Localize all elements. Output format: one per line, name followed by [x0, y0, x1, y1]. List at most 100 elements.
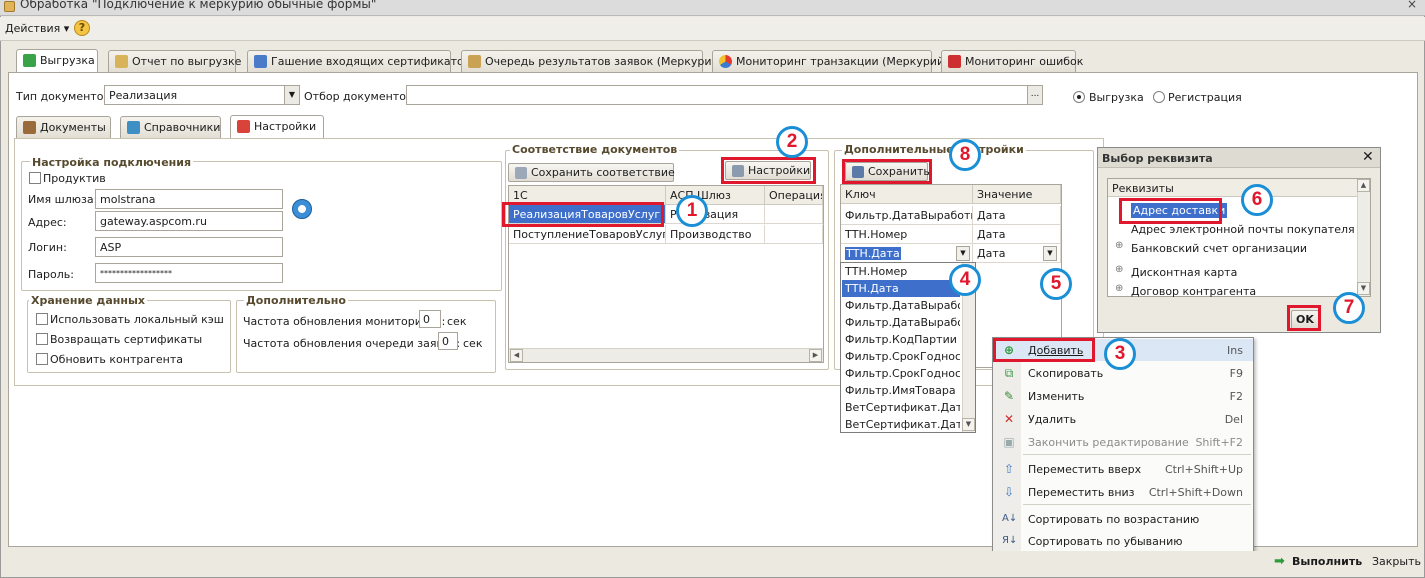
queue-freq-input[interactable]: 0: [438, 332, 458, 350]
tab-error-monitoring[interactable]: Мониторинг ошибок: [941, 50, 1083, 72]
window-title: Обработка "Подключение к меркурию обычны…: [20, 0, 377, 11]
radio-upload[interactable]: [1073, 91, 1085, 103]
update-contractor-checkbox[interactable]: [36, 353, 48, 365]
tab-request-queue[interactable]: Очередь результатов заявок (Меркурий): [461, 50, 723, 72]
menu-item-sort-asc[interactable]: A↓ Сортировать по возрастанию: [994, 508, 1253, 530]
menu-item-edit-label: Изменить: [1028, 390, 1085, 403]
production-checkbox[interactable]: [29, 172, 41, 184]
menu-divider: [1023, 454, 1251, 455]
sort-desc-icon: Я↓: [1002, 535, 1018, 546]
arrow-up-icon: ⇧: [1003, 462, 1015, 476]
menu-item-delete[interactable]: ✕ Удалить Del: [994, 408, 1253, 430]
radio-register[interactable]: [1153, 91, 1165, 103]
picker-scrollbar[interactable]: [1357, 179, 1370, 296]
scroll-right-icon[interactable]: ▶: [809, 349, 822, 362]
close-icon[interactable]: ✕: [1362, 149, 1374, 165]
table-row-value[interactable]: Дата: [973, 225, 1061, 244]
list-item[interactable]: ТТН.Дата: [842, 280, 960, 297]
list-item[interactable]: Договор контрагента: [1131, 285, 1256, 298]
list-item[interactable]: Дисконтная карта: [1131, 266, 1237, 279]
close-button[interactable]: Закрыть: [1372, 555, 1421, 568]
menu-item-finish-label: Закончить редактирование: [1028, 436, 1189, 449]
col-operation[interactable]: Операция: [765, 186, 823, 205]
tab-transaction-monitoring[interactable]: Мониторинг транзакции (Меркурий): [712, 50, 948, 72]
list-item[interactable]: Фильтр.ИмяТовара: [842, 382, 960, 399]
login-input[interactable]: ASP: [95, 237, 283, 257]
tab-upload-report[interactable]: Отчет по выгрузке: [108, 50, 241, 72]
table-row-value[interactable]: Дата: [973, 206, 1061, 225]
help-icon[interactable]: ?: [74, 20, 90, 36]
expand-icon[interactable]: ⊕: [1115, 240, 1123, 251]
scroll-down-icon[interactable]: ▼: [962, 418, 975, 431]
list-item[interactable]: Фильтр.ДатаВыработки: [842, 297, 960, 314]
subtab-references[interactable]: Справочники: [120, 116, 221, 138]
list-item[interactable]: Фильтр.ДатаВыработки: [842, 314, 960, 331]
save-match-label: Сохранить соответствие: [531, 166, 675, 179]
table-row-asp[interactable]: Производство: [666, 225, 765, 244]
step-marker: 7: [1333, 292, 1365, 324]
table-row-1c[interactable]: ПоступлениеТоваровУслуг: [509, 225, 666, 244]
queue-freq-label: Частота обновления очереди заявок:: [243, 337, 461, 350]
chevron-down-icon[interactable]: ▼: [956, 246, 970, 261]
subtab-documents[interactable]: Документы: [16, 116, 111, 138]
password-input[interactable]: ******************: [95, 263, 283, 283]
list-item[interactable]: ВетСертификат.ДатаВыдачи: [842, 399, 960, 416]
expand-icon[interactable]: ⊕: [1115, 283, 1123, 294]
key-combo-input[interactable]: ТТН.Дата: [841, 244, 973, 263]
list-item[interactable]: Фильтр.СрокГодности: [842, 365, 960, 382]
run-arrow-icon: ➡: [1274, 554, 1285, 569]
close-window-icon[interactable]: ×: [1407, 0, 1417, 11]
title-bar: Обработка "Подключение к меркурию обычны…: [0, 0, 1425, 16]
subtab-references-label: Справочники: [144, 121, 221, 134]
chevron-down-icon[interactable]: ▼: [284, 86, 299, 104]
menu-item-move-down-label: Переместить вниз: [1028, 486, 1135, 499]
doc-type-select[interactable]: Реализация: [104, 85, 300, 105]
menu-item-edit[interactable]: ✎ Изменить F2: [994, 385, 1253, 407]
expand-icon[interactable]: ⊕: [1115, 264, 1123, 275]
horizontal-scrollbar[interactable]: [509, 348, 823, 362]
step-marker: 2: [776, 126, 808, 158]
scroll-up-icon[interactable]: ▲: [1357, 179, 1370, 192]
actions-menu[interactable]: Действия ▾: [5, 22, 69, 35]
power-icon[interactable]: [292, 199, 312, 219]
queue-freq-value: 0: [442, 335, 449, 348]
table-row-operation[interactable]: [765, 225, 823, 244]
use-cache-checkbox[interactable]: [36, 313, 48, 325]
gateway-input[interactable]: molstrana: [95, 189, 283, 209]
menu-item-move-down[interactable]: ⇩ Переместить вниз Ctrl+Shift+Down: [994, 481, 1253, 503]
menu-item-move-up[interactable]: ⇧ Переместить вверх Ctrl+Shift+Up: [994, 458, 1253, 480]
monitor-freq-input[interactable]: 0: [419, 310, 441, 328]
col-key[interactable]: Ключ: [841, 185, 973, 204]
monitor-unit: сек: [447, 315, 467, 328]
highlight-box: [721, 157, 816, 184]
highlight-box: [502, 202, 664, 227]
tab-cert-redemption[interactable]: Гашение входящих сертификатов: [247, 50, 470, 72]
save-match-button[interactable]: Сохранить соответствие: [508, 163, 675, 182]
subtab-settings[interactable]: Настройки: [230, 115, 324, 139]
list-item[interactable]: ТТН.Номер: [842, 263, 960, 280]
footer-bar: [8, 551, 1418, 573]
return-certs-checkbox[interactable]: [36, 333, 48, 345]
list-item[interactable]: Банковский счет организации: [1131, 242, 1307, 255]
col-value[interactable]: Значение: [973, 185, 1061, 204]
doc-match-title: Соответствие документов: [510, 143, 680, 156]
list-item[interactable]: Адрес электронной почты покупателя: [1131, 223, 1355, 236]
doc-filter-input[interactable]: [406, 85, 1043, 105]
run-button-label: Выполнить: [1292, 555, 1363, 568]
table-row-key[interactable]: ТТН.Номер: [841, 225, 973, 244]
menu-item-finish[interactable]: ▣ Закончить редактирование Shift+F2: [994, 431, 1253, 453]
ellipsis-button[interactable]: ...: [1027, 86, 1042, 104]
scroll-left-icon[interactable]: ◀: [510, 349, 523, 362]
actions-menu-label: Действия: [5, 22, 61, 35]
chevron-down-icon[interactable]: ▼: [1043, 246, 1057, 261]
tab-upload[interactable]: Выгрузка: [16, 49, 98, 73]
list-item[interactable]: ВетСертификат.ДатаВыдачи: [842, 416, 960, 433]
table-row-operation[interactable]: [765, 205, 823, 224]
doc-filter-label: Отбор документов:: [304, 90, 417, 103]
list-item[interactable]: Фильтр.СрокГодности: [842, 348, 960, 365]
list-item[interactable]: Фильтр.КодПартии: [842, 331, 960, 348]
menu-item-sort-desc[interactable]: Я↓ Сортировать по убыванию: [994, 530, 1253, 552]
table-row-key[interactable]: Фильтр.ДатаВыработки: [841, 206, 973, 225]
scroll-down-icon[interactable]: ▼: [1357, 282, 1370, 295]
address-input[interactable]: gateway.aspcom.ru: [95, 211, 283, 231]
